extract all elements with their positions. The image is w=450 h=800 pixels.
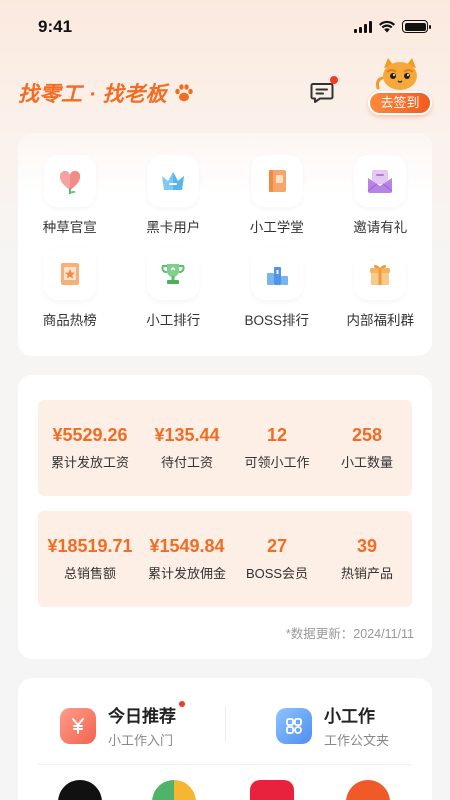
stat-hot-products[interactable]: 39 热销产品 — [322, 536, 412, 582]
tiktok-icon[interactable] — [58, 780, 102, 800]
heart-flower-icon — [43, 155, 96, 207]
stat-label: 小工数量 — [340, 455, 393, 470]
battery-icon — [402, 20, 431, 33]
brand-title: 找零工 · 找老板 — [18, 78, 195, 108]
status-bar: 9:41 — [0, 0, 450, 54]
stat-worker-count[interactable]: 258 小工数量 — [322, 425, 412, 471]
stat-label: 累计发放工资 — [50, 455, 129, 470]
stats-row-2: ¥18519.71 总销售额 ¥1549.84 累计发放佣金 27 BOSS会员… — [38, 511, 412, 607]
grid-label: 黑卡用户 — [146, 220, 201, 235]
recommend-small-job-text: 小工作 工作公文夹 — [324, 702, 389, 749]
grid-label: 种草官宣 — [42, 220, 97, 235]
grid-item-invite[interactable]: 邀请有礼 — [329, 155, 433, 236]
message-button[interactable] — [308, 76, 338, 106]
checkin-button[interactable]: 去签到 — [368, 91, 432, 115]
recommend-small-job-title: 小工作 — [324, 707, 375, 726]
grid-item-welfare-group[interactable]: 内部福利群 — [329, 248, 433, 329]
stat-value: 12 — [266, 425, 288, 445]
grid-label: 内部福利群 — [346, 313, 415, 328]
stat-total-wages[interactable]: ¥5529.26 累计发放工资 — [38, 425, 142, 471]
envelope-icon — [354, 155, 407, 207]
star-card-icon — [43, 248, 96, 300]
stat-value: 258 — [351, 425, 383, 445]
stat-value: ¥5529.26 — [52, 425, 128, 445]
grid-item-hot-products[interactable]: 商品热榜 — [18, 248, 122, 329]
book-icon — [250, 155, 303, 207]
recommend-badge-dot — [179, 701, 185, 707]
recommend-today[interactable]: 今日推荐 小工作入门 — [60, 701, 185, 749]
checkin-widget[interactable]: 去签到 — [362, 58, 436, 122]
feature-grid: 种草官宣 黑卡用户 小工学堂 邀请有礼 商品热榜 小工排行 BOSS排行 内部福… — [18, 155, 432, 329]
red-app-icon[interactable] — [250, 780, 294, 800]
grid-label: 商品热榜 — [42, 313, 97, 328]
stat-value: 27 — [266, 536, 288, 556]
apps-icon — [276, 707, 312, 744]
feature-grid-card: 种草官宣 黑卡用户 小工学堂 邀请有礼 商品热榜 小工排行 BOSS排行 内部福… — [18, 133, 432, 356]
recommend-today-text: 今日推荐 小工作入门 — [108, 701, 185, 749]
status-time: 9:41 — [38, 17, 73, 36]
grid-item-school[interactable]: 小工学堂 — [225, 155, 329, 236]
yen-tag-icon — [60, 707, 96, 744]
grid-item-blackcard[interactable]: 黑卡用户 — [122, 155, 226, 236]
recommend-hline — [38, 764, 412, 765]
stat-total-sales[interactable]: ¥18519.71 总销售额 — [38, 536, 142, 582]
stat-label: 待付工资 — [160, 455, 213, 470]
grid-item-boss-rank[interactable]: BOSS排行 — [225, 248, 329, 329]
stat-value: ¥135.44 — [154, 425, 220, 445]
signal-icon — [354, 20, 372, 33]
brand-text: 找零工 · 找老板 — [18, 83, 168, 106]
stats-card: ¥5529.26 累计发放工资 ¥135.44 待付工资 12 可领小工作 25… — [18, 375, 432, 659]
stat-total-commission[interactable]: ¥1549.84 累计发放佣金 — [142, 536, 232, 582]
stat-available-jobs[interactable]: 12 可领小工作 — [232, 425, 322, 471]
recommend-today-title: 今日推荐 — [108, 701, 185, 727]
stats-row-1: ¥5529.26 累计发放工资 ¥135.44 待付工资 12 可领小工作 25… — [38, 400, 412, 496]
grid-item-worker-rank[interactable]: 小工排行 — [122, 248, 226, 329]
recommend-small-job[interactable]: 小工作 工作公文夹 — [276, 702, 389, 749]
colorful-app-icon[interactable] — [152, 780, 196, 800]
recommend-card: 今日推荐 小工作入门 小工作 工作公文夹 — [18, 678, 432, 800]
paw-icon — [175, 84, 193, 102]
grid-label: BOSS排行 — [244, 313, 309, 328]
podium-icon — [250, 248, 303, 300]
stat-label: BOSS会员 — [245, 566, 309, 581]
stat-value: ¥18519.71 — [47, 536, 133, 556]
grid-label: 小工学堂 — [249, 220, 304, 235]
stat-boss-members[interactable]: 27 BOSS会员 — [232, 536, 322, 582]
header: 找零工 · 找老板 去签到 — [0, 58, 450, 122]
crown-icon — [147, 155, 200, 207]
recommend-small-job-subtitle: 工作公文夹 — [324, 733, 390, 748]
recommend-today-subtitle: 小工作入门 — [108, 733, 174, 748]
data-update-text: *数据更新：2024/11/11 — [285, 627, 414, 641]
trophy-icon — [147, 248, 200, 300]
message-badge-dot — [330, 76, 338, 84]
stat-pending-wages[interactable]: ¥135.44 待付工资 — [142, 425, 232, 471]
recommend-today-title-text: 今日推荐 — [108, 707, 176, 726]
stat-label: 热销产品 — [340, 566, 393, 581]
grid-label: 邀请有礼 — [353, 220, 408, 235]
status-icons — [354, 20, 431, 33]
gift-icon — [354, 248, 407, 300]
grid-label: 小工排行 — [146, 313, 201, 328]
stat-label: 累计发放佣金 — [147, 566, 226, 581]
stat-value: 39 — [356, 536, 378, 556]
stat-label: 总销售额 — [63, 566, 116, 581]
recommend-divider — [225, 706, 226, 742]
grid-item-zhongcao[interactable]: 种草官宣 — [18, 155, 122, 236]
stat-label: 可领小工作 — [244, 455, 310, 470]
orange-app-icon[interactable] — [346, 780, 390, 800]
stat-value: ¥1549.84 — [149, 536, 225, 556]
wifi-icon — [379, 20, 395, 33]
